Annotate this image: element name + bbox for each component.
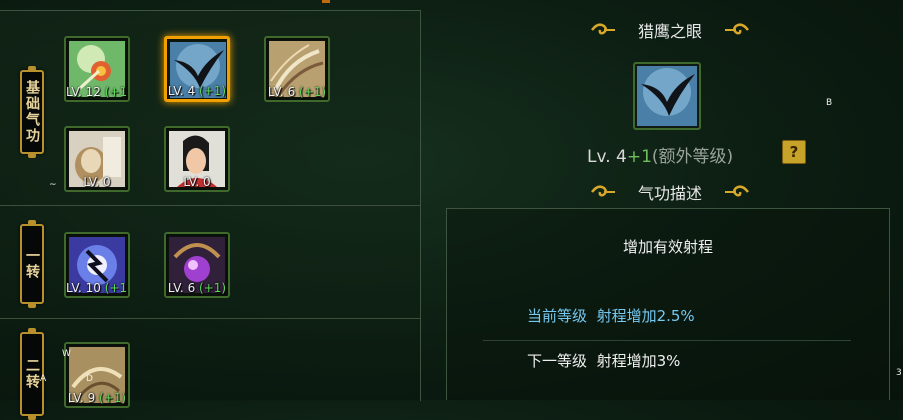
category-tab-first-job[interactable]: 一转	[20, 220, 44, 308]
skill-slot[interactable]: LV. 10 (+1)	[64, 232, 130, 298]
skill-level-detail: Lv. 4+1(额外等级)	[587, 147, 734, 167]
category-tab-basic[interactable]: 基础气功	[20, 66, 44, 158]
section-divider	[0, 318, 420, 319]
description-divider	[483, 340, 851, 341]
skill-slot[interactable]: LV. 12 (+1)	[64, 36, 130, 102]
skill-level-label: LV. 12 (+1)	[66, 85, 130, 99]
stray-glyph: ~	[49, 180, 57, 190]
stray-glyph: 3	[896, 368, 902, 378]
gold-swirl-right-icon	[724, 185, 749, 197]
skill-slot-selected[interactable]: LV. 4 (+1)	[164, 36, 230, 102]
description-header: 气功描述	[590, 180, 750, 204]
gold-swirl-right-icon	[724, 23, 749, 35]
category-tab-label: 二转	[24, 358, 40, 390]
skill-description: 增加有效射程	[622, 238, 713, 256]
skill-slot[interactable]: LV. 9 (+1)	[64, 342, 130, 408]
top-accent	[322, 0, 330, 3]
section-divider	[0, 205, 420, 206]
skill-level-label: LV. 10 (+1)	[66, 281, 130, 295]
skill-level-label: LV. 6 (+1)	[267, 85, 327, 99]
skill-slot[interactable]: LV. 0	[64, 126, 130, 192]
next-level-effect: 下一等级 射程增加3%	[527, 352, 681, 370]
description-heading: 气功描述	[637, 184, 702, 203]
skill-level-label: LV. 0	[183, 175, 211, 189]
category-tab-label: 基础气功	[24, 80, 40, 144]
skill-level-label: LV. 9 (+1)	[67, 391, 127, 405]
hawk-eye-icon	[637, 66, 697, 126]
skill-name-header: 猎鹰之眼	[590, 18, 750, 42]
stray-glyph: B	[826, 98, 833, 108]
skill-level-label: LV. 6 (+1)	[167, 281, 227, 295]
selected-skill-icon	[633, 62, 701, 130]
stray-glyph: D	[86, 374, 93, 384]
skill-slot[interactable]: LV. 6 (+1)	[264, 36, 330, 102]
skill-slot[interactable]: LV. 6 (+1)	[164, 232, 230, 298]
skill-name: 猎鹰之眼	[637, 22, 702, 41]
current-level-effect: 当前等级 射程增加2.5%	[527, 307, 695, 325]
category-tab-label: 一转	[24, 248, 40, 280]
skill-level-label: LV. 4 (+1)	[167, 84, 227, 98]
stray-glyph: W	[62, 349, 71, 359]
gold-swirl-left-icon	[591, 23, 615, 35]
gold-swirl-left-icon	[591, 185, 615, 197]
skill-level-label: LV. 0	[83, 175, 111, 189]
skill-slot[interactable]: LV. 0	[164, 126, 230, 192]
stray-glyph: A	[40, 374, 47, 384]
help-button[interactable]: ?	[782, 140, 806, 164]
